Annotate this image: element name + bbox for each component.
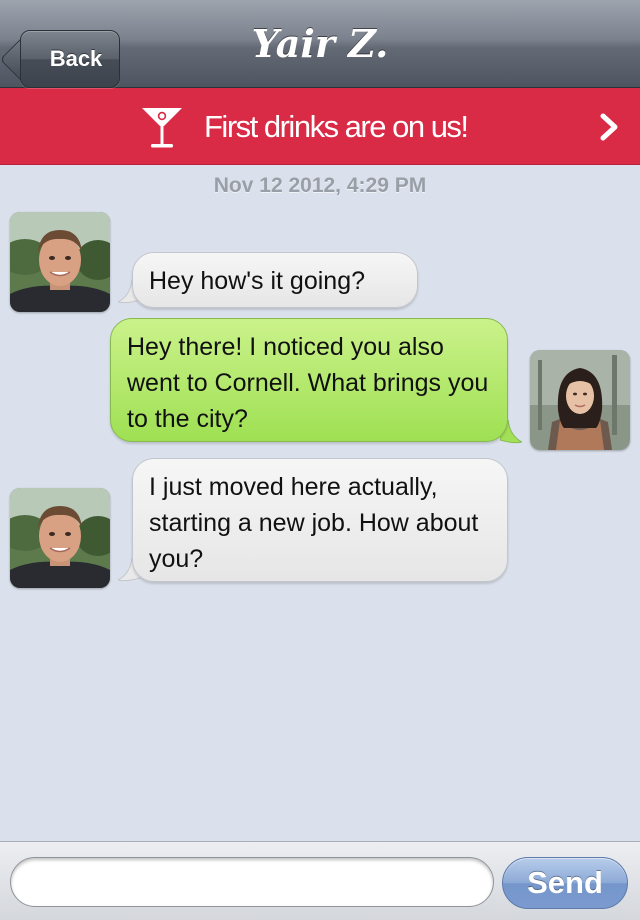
message-bubble-outgoing[interactable]: Hey there! I noticed you also went to Co… <box>110 318 508 442</box>
avatar-photo <box>530 350 630 450</box>
message-composer: Send <box>0 841 640 920</box>
message-bubble-incoming[interactable]: I just moved here actually, starting a n… <box>132 458 508 582</box>
promo-text: First drinks are on us! <box>204 109 469 144</box>
avatar-me[interactable] <box>530 350 630 450</box>
avatar-photo <box>10 212 110 312</box>
message-timestamp: Nov 12 2012, 4:29 PM <box>213 174 427 197</box>
back-button-label: Back <box>49 46 103 71</box>
promo-banner[interactable]: First drinks are on us! <box>0 88 640 165</box>
send-button[interactable]: Send <box>502 857 628 909</box>
back-button[interactable]: Back <box>20 30 120 88</box>
page-title: Yair Z. <box>251 21 389 66</box>
back-button-wrap[interactable]: Back <box>10 15 120 88</box>
avatar-yair[interactable] <box>10 212 110 312</box>
avatar-photo <box>10 488 110 588</box>
nav-bar: Back Yair Z. <box>0 0 640 88</box>
chevron-right-icon <box>600 113 618 141</box>
message-input[interactable] <box>10 857 494 907</box>
message-text: Hey how's it going? <box>149 267 366 295</box>
message-bubble-incoming[interactable]: Hey how's it going? <box>132 252 418 308</box>
message-text: I just moved here actually, starting a n… <box>149 473 479 573</box>
message-text: Hey there! I noticed you also went to Co… <box>127 333 489 433</box>
avatar-yair[interactable] <box>10 488 110 588</box>
cocktail-glass-icon <box>142 108 182 148</box>
